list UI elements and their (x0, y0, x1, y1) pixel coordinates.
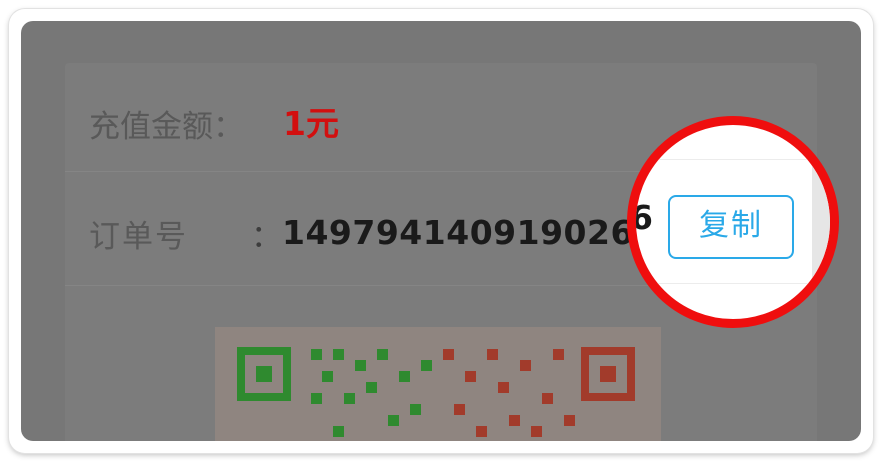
order-number-value: 149794140919026 (282, 213, 634, 252)
qr-module (311, 349, 322, 360)
qr-module (564, 415, 575, 426)
qr-module (553, 349, 564, 360)
qr-module (542, 393, 553, 404)
order-number-label: 订单号 (89, 219, 188, 255)
qr-module (388, 415, 399, 426)
qr-module (487, 349, 498, 360)
qr-module (520, 360, 531, 371)
qr-module (333, 426, 344, 437)
recharge-amount-value: 1元 (283, 104, 339, 143)
qr-module (476, 426, 487, 437)
qr-module (311, 393, 322, 404)
order-number-tail: 6 (630, 198, 653, 237)
order-number-colon: ： (251, 219, 282, 255)
qr-module (377, 349, 388, 360)
qr-module (443, 349, 454, 360)
qr-module (333, 349, 344, 360)
qr-finder-pattern (581, 347, 635, 401)
callout-divider (636, 283, 830, 284)
copy-order-number-button[interactable]: 复制 (668, 195, 794, 259)
qr-module (509, 415, 520, 426)
qr-module (531, 426, 542, 437)
qr-module (454, 404, 465, 415)
qr-module (366, 382, 377, 393)
qr-module (498, 382, 509, 393)
qr-finder-pattern (237, 347, 291, 401)
qr-module (421, 360, 432, 371)
qr-module (399, 371, 410, 382)
qr-module (322, 371, 333, 382)
qr-code-icon (215, 327, 661, 441)
qr-module (355, 360, 366, 371)
callout-divider (636, 159, 830, 160)
qr-module (465, 371, 476, 382)
highlight-circle: 6 复制 (627, 116, 839, 328)
recharge-amount-label: 充值金额： (89, 109, 244, 145)
qr-module (344, 393, 355, 404)
qr-module (410, 404, 421, 415)
